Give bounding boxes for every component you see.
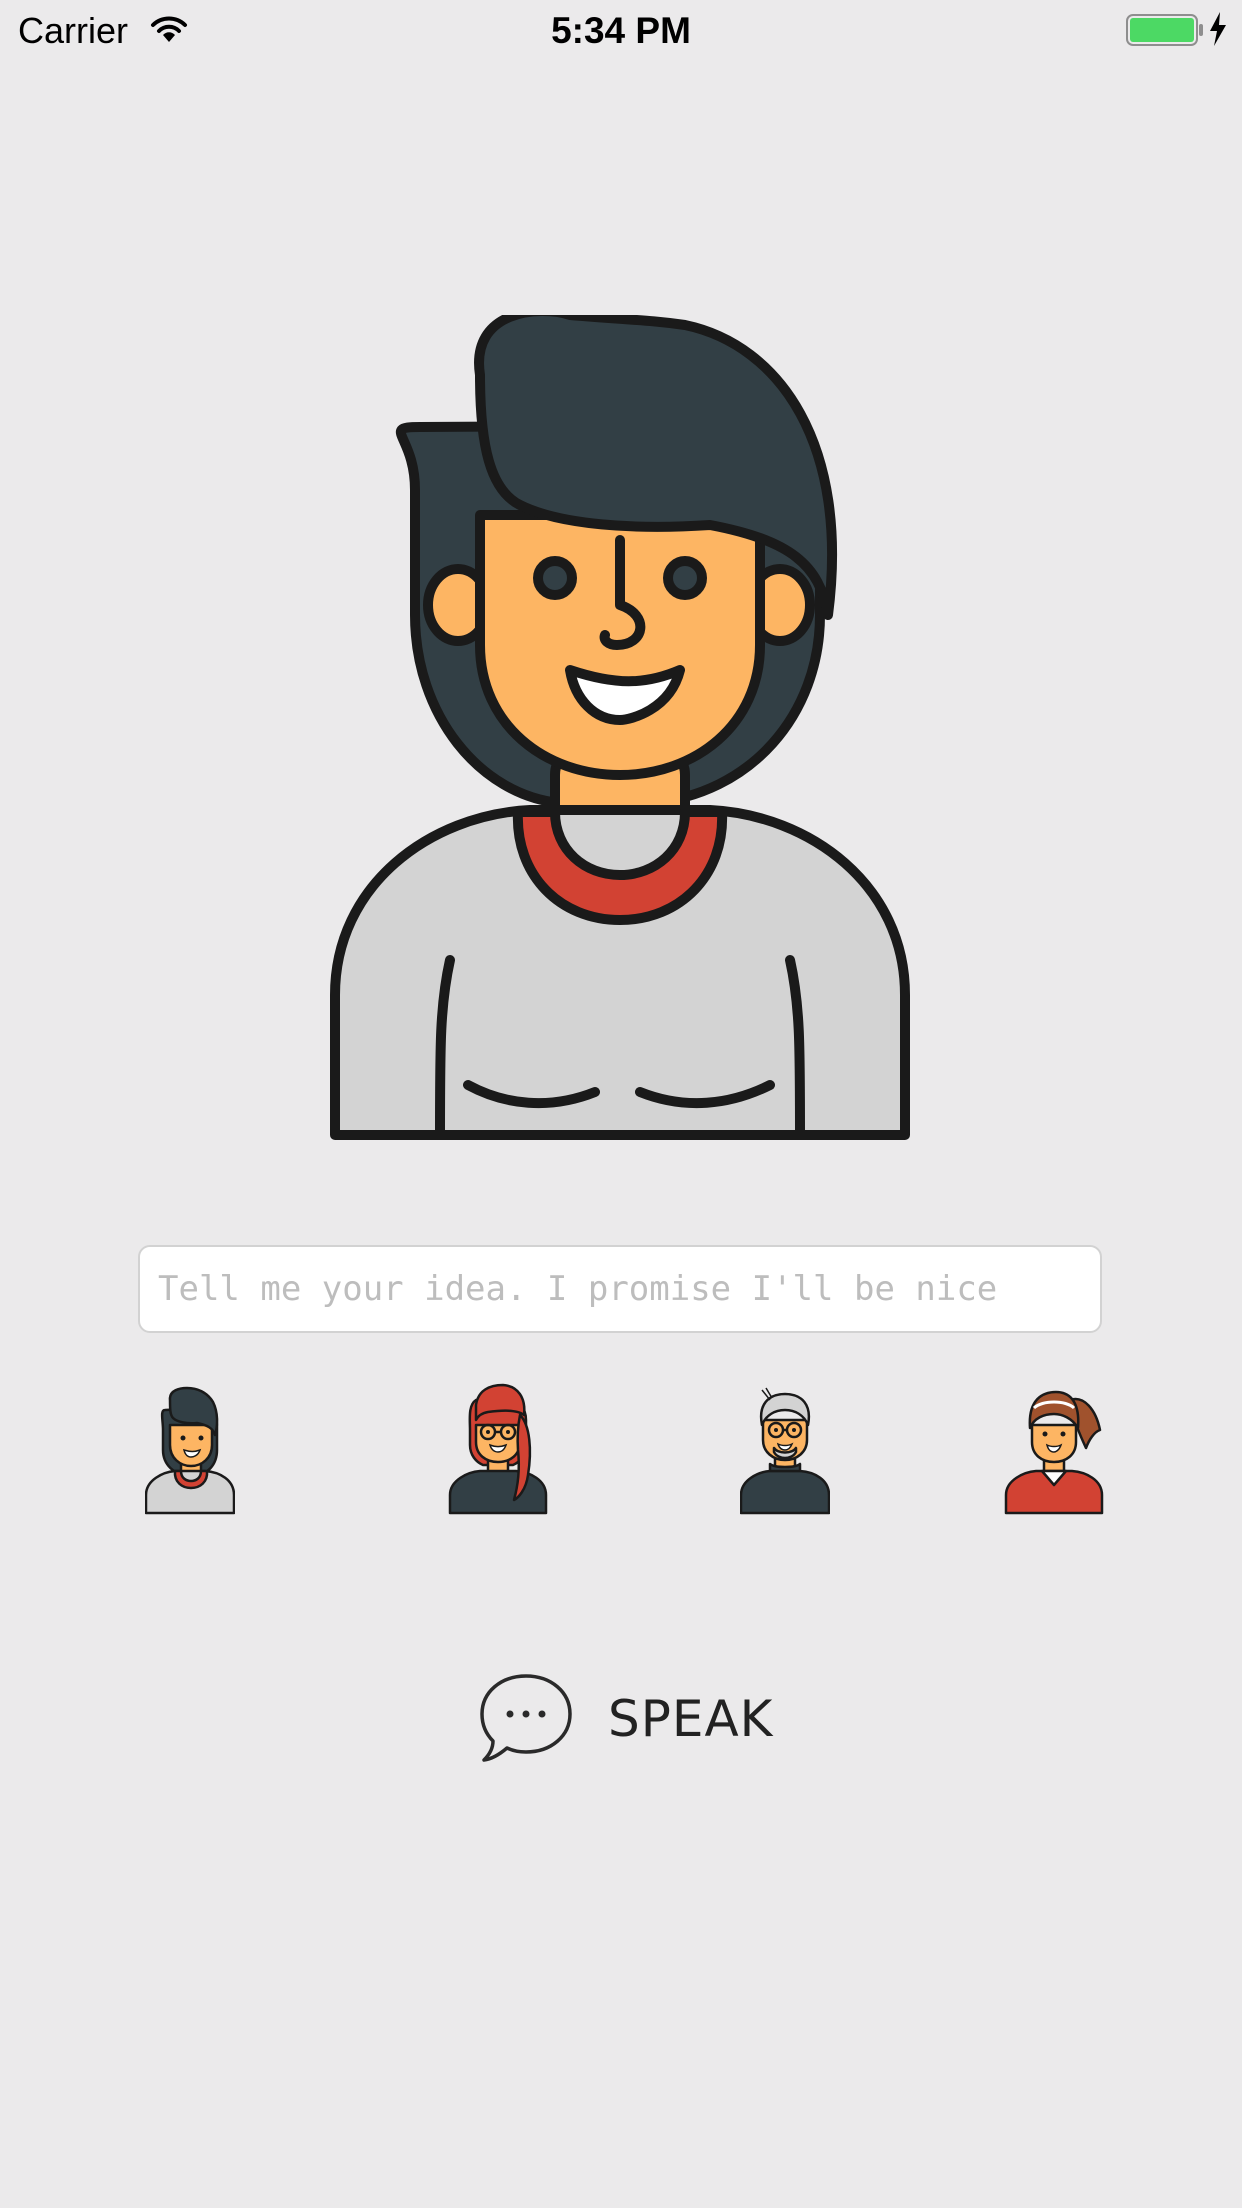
charging-bolt-icon <box>1210 12 1226 46</box>
battery-icon <box>1126 14 1203 46</box>
old-man-glasses-icon <box>739 1387 831 1515</box>
speak-button-label: SPEAK <box>608 1690 774 1748</box>
clock: 5:34 PM <box>551 10 691 51</box>
woman-dark-short-hair-icon <box>144 1386 236 1515</box>
woman-red-hair-glasses-icon <box>448 1383 548 1515</box>
idea-input[interactable] <box>138 1245 1102 1333</box>
avatar-option-woman-dark-short-hair[interactable] <box>144 1380 236 1515</box>
avatar-option-old-man-glasses[interactable] <box>739 1380 831 1515</box>
speech-bubble-icon <box>480 1674 572 1762</box>
speak-button[interactable]: SPEAK <box>478 1672 798 1768</box>
status-bar: Carrier 5:34 PM <box>0 0 1242 60</box>
avatar-option-woman-brown-ponytail[interactable] <box>1004 1380 1104 1515</box>
selected-avatar-illustration <box>330 315 910 1140</box>
woman-brown-ponytail-icon <box>1004 1390 1104 1515</box>
avatar-option-woman-red-hair-glasses[interactable] <box>448 1380 548 1515</box>
